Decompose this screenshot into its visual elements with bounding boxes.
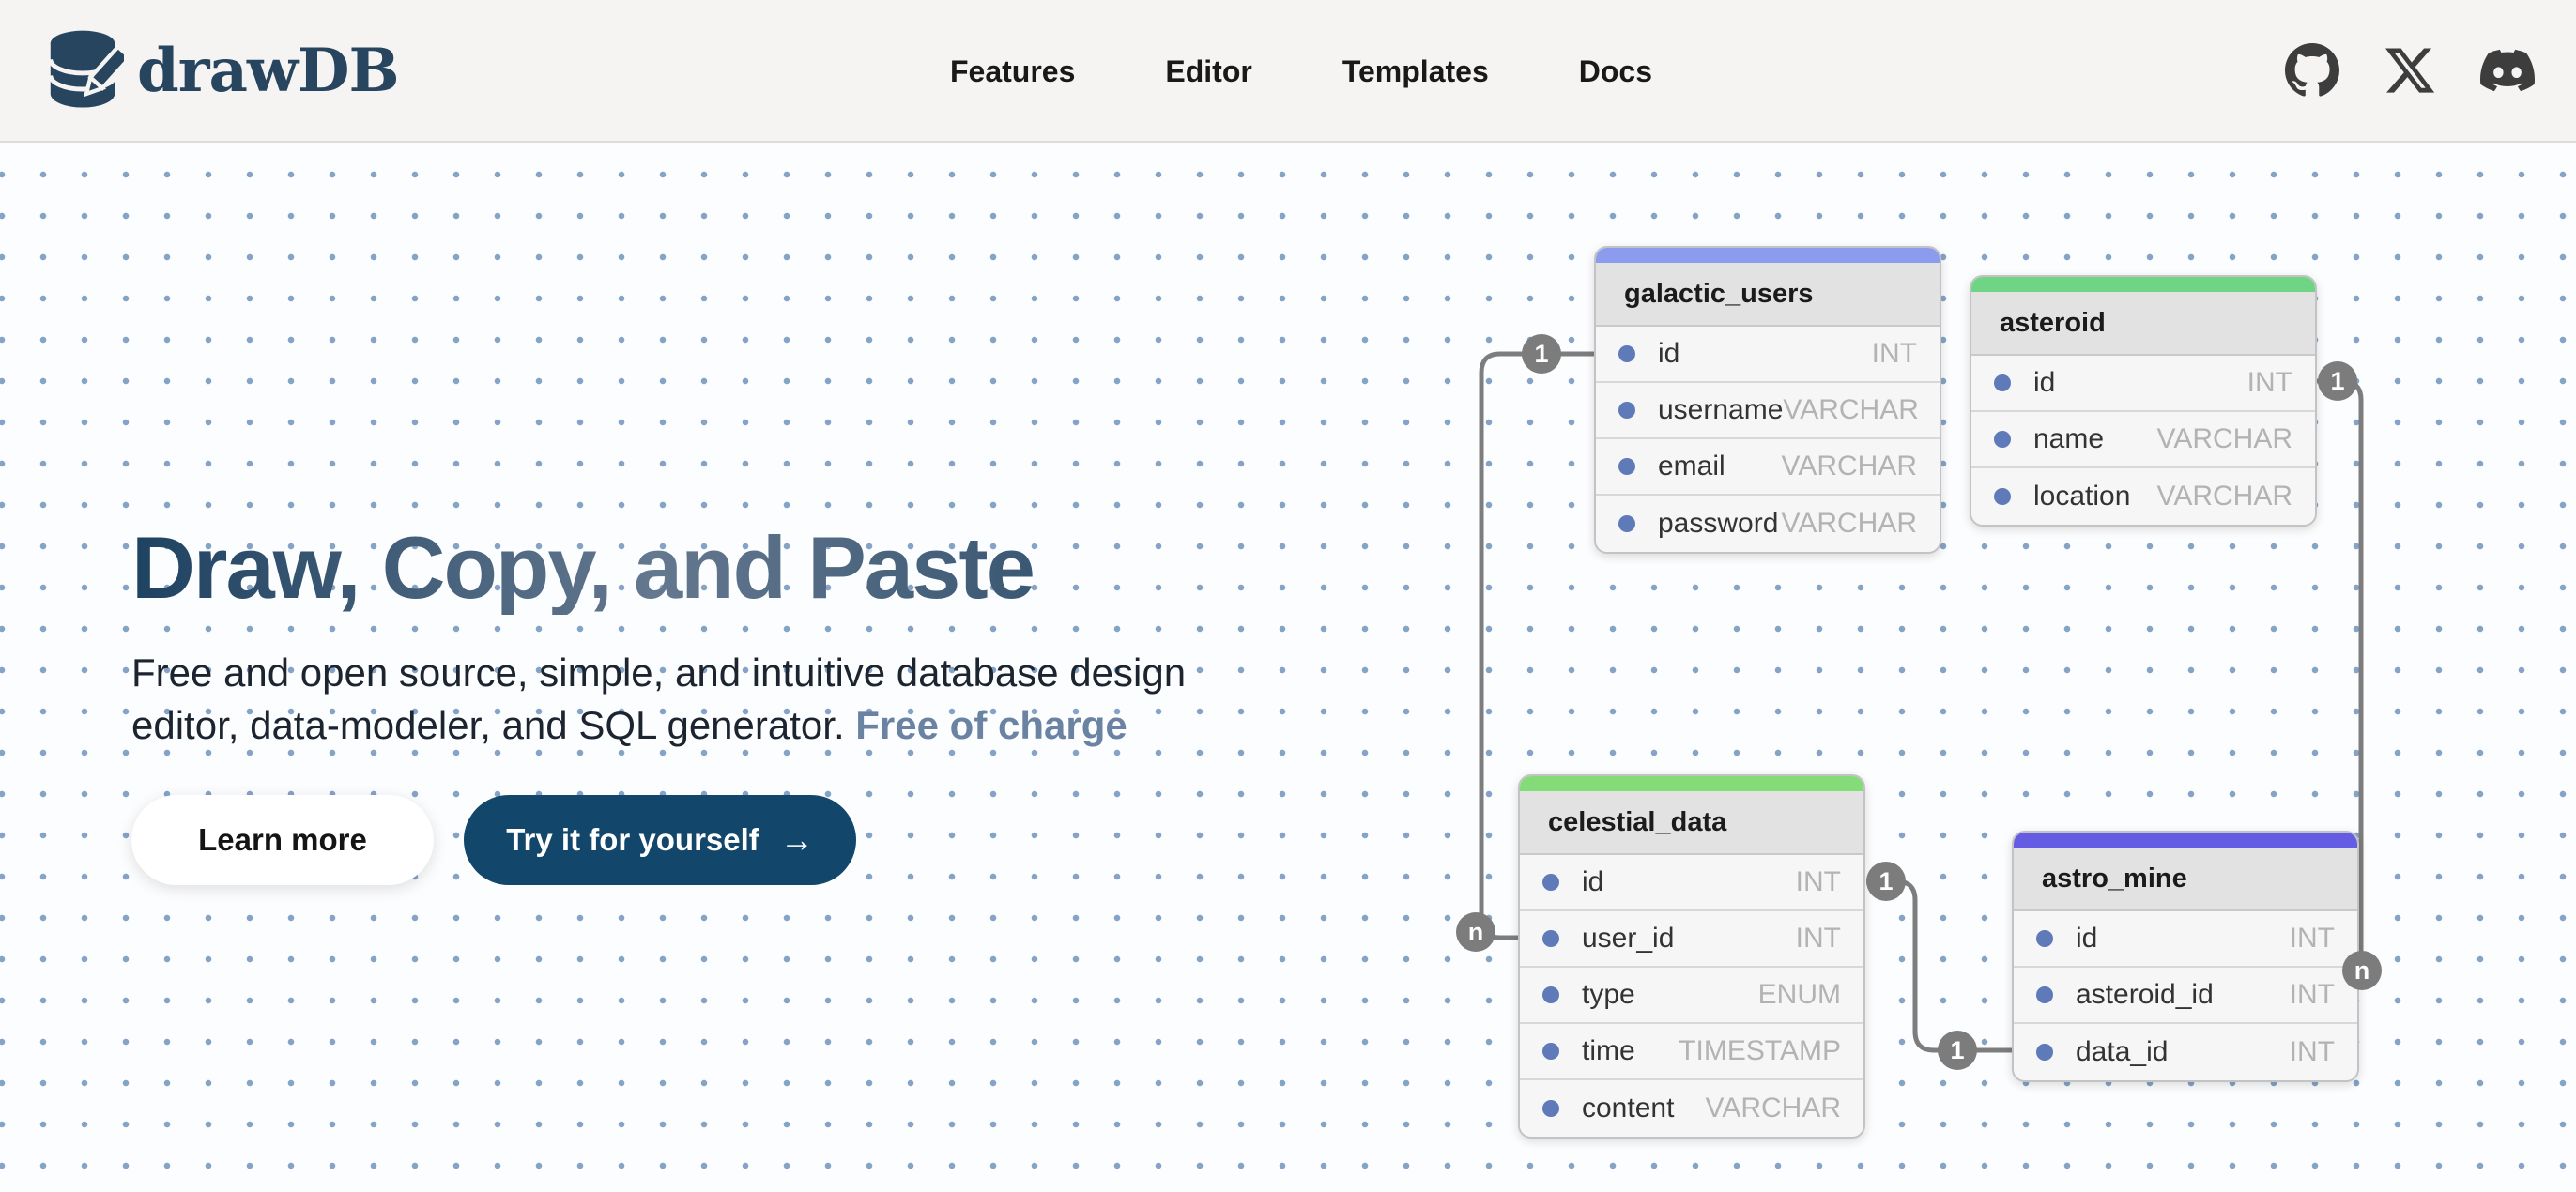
field-type: INT [1796,866,1841,898]
nav-link-templates[interactable]: Templates [1342,54,1489,89]
nav-link-editor[interactable]: Editor [1165,54,1251,89]
table-field-row: user_id INT [1520,911,1863,968]
table-field-row: email VARCHAR [1596,439,1940,496]
field-dot-icon [1618,458,1635,475]
learn-more-button[interactable]: Learn more [131,795,434,885]
free-of-charge-text: Free of charge [855,703,1127,747]
hero-subtitle: Free and open source, simple, and intuit… [131,647,1296,752]
nav-link-features[interactable]: Features [950,54,1075,89]
field-name: location [2033,481,2130,512]
field-type: INT [1796,923,1841,955]
table-name: astro_mine [2014,848,2357,911]
field-dot-icon [1994,374,2011,391]
field-name: asteroid_id [2076,979,2214,1011]
try-it-label: Try it for yourself [506,822,759,858]
field-name: email [1658,451,1725,482]
table-name: asteroid [1971,292,2315,356]
field-type: ENUM [1758,979,1841,1011]
hero-subtitle-line2: editor, data-modeler, and SQL generator. [131,703,845,747]
table-field-row: time TIMESTAMP [1520,1024,1863,1080]
table-field-row: passwordVARCHAR [1596,496,1940,552]
table-field-row: type ENUM [1520,968,1863,1024]
page-title: Draw, Copy, and Paste [131,522,1296,615]
field-dot-icon [1618,402,1635,419]
field-dot-icon [1542,986,1559,1003]
table-field-row: data_id INT [2014,1024,2357,1080]
field-dot-icon [1994,488,2011,505]
social-links [2285,43,2535,98]
field-dot-icon [2036,986,2053,1003]
discord-icon[interactable] [2480,43,2535,98]
navbar: drawDB Features Editor Templates Docs [0,0,2576,143]
table-field-row: content VARCHAR [1520,1080,1863,1137]
table-field-row: id INT [2014,911,2357,968]
field-type: VARCHAR [1706,1093,1841,1124]
table-field-row: usernameVARCHAR [1596,383,1940,439]
arrow-right-icon: → [780,820,814,860]
nav-links: Features Editor Templates Docs [950,0,1652,143]
field-type: VARCHAR [1783,394,1918,426]
field-name: user_id [1582,923,1674,955]
github-icon[interactable] [2285,43,2339,98]
table-accent-bar [1520,776,1863,791]
field-name: name [2033,423,2104,455]
field-dot-icon [2036,930,2053,947]
field-type: INT [1872,338,1917,370]
field-dot-icon [2036,1044,2053,1061]
field-name: password [1658,508,1778,540]
try-it-button[interactable]: Try it for yourself → [464,795,856,885]
x-icon[interactable] [2383,43,2437,98]
field-name: username [1658,394,1783,426]
table-field-row: location VARCHAR [1971,468,2315,525]
field-name: id [1582,866,1603,898]
field-type: INT [2247,367,2292,399]
hero-subtitle-line1: Free and open source, simple, and intuit… [131,650,1186,695]
field-name: content [1582,1093,1674,1124]
field-dot-icon [1618,515,1635,532]
table-field-row: asteroid_id INT [2014,968,2357,1024]
field-dot-icon [1542,1100,1559,1117]
db-table-astro_mine[interactable]: astro_mineid INT asteroid_id INT data_id INT [2012,831,2359,1082]
table-accent-bar [1596,248,1940,263]
hero-section: Draw, Copy, and Paste Free and open sour… [131,522,1296,885]
field-type: INT [2290,923,2335,955]
db-table-galactic_users[interactable]: galactic_usersidINTusernameVARCHARemailV… [1594,246,1941,554]
field-name: id [2033,367,2055,399]
field-type: TIMESTAMP [1679,1035,1841,1067]
field-dot-icon [1994,431,2011,448]
field-type: INT [2290,1036,2335,1068]
field-type: VARCHAR [2157,423,2292,455]
field-name: time [1582,1035,1635,1067]
relationship-line-celestial_data_id-astro_mine_data_id [1866,881,2012,1050]
field-name: data_id [2076,1036,2168,1068]
brand-logo[interactable]: drawDB [41,27,399,115]
field-dot-icon [1542,930,1559,947]
field-dot-icon [1618,345,1635,362]
table-field-row: id INT [1971,356,2315,412]
drawdb-database-pencil-icon [41,27,124,115]
field-dot-icon [1542,1043,1559,1060]
field-name: id [1658,338,1679,370]
field-name: type [1582,979,1635,1011]
db-table-asteroid[interactable]: asteroid id INT name VARCHAR location VARCHAR [1970,275,2317,527]
table-field-row: id INT [1596,327,1940,383]
brand-name: drawDB [137,36,399,106]
db-table-celestial_data[interactable]: celestial_dataid INT user_id INT type ENUM tim… [1518,774,1865,1139]
nav-link-docs[interactable]: Docs [1579,54,1652,89]
field-type: INT [2290,979,2335,1011]
table-field-row: id INT [1520,855,1863,911]
table-accent-bar [1971,277,2315,292]
field-type: VARCHAR [2157,481,2292,512]
field-name: id [2076,923,2097,955]
field-type: VARCHAR [1782,508,1917,540]
hero-buttons: Learn more Try it for yourself → [131,795,1296,885]
field-dot-icon [1542,874,1559,891]
table-name: galactic_users [1596,263,1940,327]
table-name: celestial_data [1520,791,1863,855]
table-accent-bar [2014,833,2357,848]
field-type: VARCHAR [1782,451,1917,482]
table-field-row: name VARCHAR [1971,412,2315,468]
